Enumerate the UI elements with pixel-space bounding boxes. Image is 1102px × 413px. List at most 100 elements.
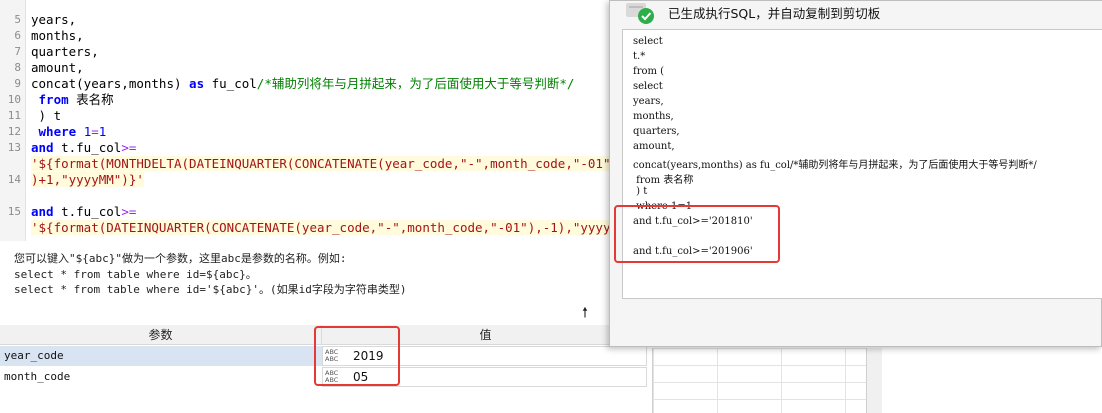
- table-row[interactable]: year_code ABC ABC 2019: [0, 346, 650, 366]
- background-scrollbar[interactable]: [866, 348, 882, 413]
- code-text: ) t: [31, 108, 62, 124]
- sql-line: from (: [633, 66, 665, 77]
- line-number: 15: [7, 205, 21, 218]
- code-line: '${format(DATEINQUARTER(CONCATENATE(year…: [0, 220, 649, 236]
- code-token: years,: [31, 12, 77, 27]
- param-value-field[interactable]: ABC ABC 2019: [322, 346, 647, 366]
- code-token: >=: [121, 204, 137, 219]
- code-token: amount,: [31, 60, 84, 75]
- code-token: where: [38, 124, 77, 139]
- param-value[interactable]: 2019: [353, 349, 384, 363]
- code-text: '${format(DATEINQUARTER(CONCATENATE(year…: [31, 220, 649, 236]
- code-line: 13 and t.fu_col>=: [0, 140, 612, 156]
- code-line: 9 concat(years,months) as fu_col/*辅助列将年与月…: [0, 76, 612, 92]
- column-header-value: 值: [322, 325, 650, 345]
- success-check-icon: [626, 3, 654, 24]
- generated-sql-dialog: 已生成执行SQL，并自动复制到剪切板 select t.* from (select…: [609, 0, 1102, 347]
- code-text: and t.fu_col>=: [31, 204, 136, 220]
- line-number: 10: [7, 93, 21, 106]
- code-token: 1: [98, 124, 107, 139]
- dialog-header: 已生成执行SQL，并自动复制到剪切板: [610, 1, 1102, 29]
- sql-line: select: [633, 36, 663, 47]
- code-line: 11 ) t: [0, 108, 612, 124]
- column-header-parameter: 参数: [0, 325, 322, 345]
- parameter-table: 参数 值 year_code ABC ABC 2019 month_code AB…: [0, 325, 650, 413]
- code-text: months,: [31, 28, 84, 44]
- code-line: 5 years,: [0, 12, 612, 28]
- sql-line: quarters,: [633, 126, 680, 137]
- code-line: 6 months,: [0, 28, 612, 44]
- code-line: 15 and t.fu_col>=: [0, 204, 612, 220]
- code-token: ) t: [31, 108, 62, 123]
- code-token: /*辅助列将年与月拼起来，为了后面使用大于等号判断*/: [256, 76, 575, 91]
- code-token: =: [91, 124, 99, 139]
- help-text-line-2: select * from table where id=${abc}。: [14, 268, 257, 281]
- code-token: fu_col: [204, 76, 257, 91]
- string-type-icon: ABC ABC: [325, 348, 339, 363]
- code-line: 7 quarters,: [0, 44, 612, 60]
- code-token: 表名称: [68, 92, 114, 107]
- background-sheet-grid: [652, 348, 867, 413]
- line-number: 13: [7, 141, 21, 154]
- code-text: amount,: [31, 60, 84, 76]
- code-text: concat(years,months) as fu_col/*辅助列将年与月拼…: [31, 76, 574, 92]
- table-row[interactable]: month_code ABC ABC 05: [0, 367, 650, 387]
- sql-line: amount,: [633, 141, 675, 152]
- code-token: and: [31, 204, 54, 219]
- code-text: years,: [31, 12, 76, 28]
- line-number: 7: [14, 45, 21, 58]
- line-number: 11: [7, 109, 21, 122]
- code-text: and t.fu_col>=: [31, 140, 136, 156]
- code-token: >=: [121, 140, 137, 155]
- code-text: )+1,"yyyyMM")}': [31, 172, 144, 188]
- code-token: '${format(MONTHDELTA(DATEINQUARTER(CONCA…: [31, 156, 656, 171]
- sql-editor[interactable]: 5 years, 6 months, 7 quarters, 8 amount, 9 concat…: [0, 0, 656, 241]
- code-text: quarters,: [31, 44, 99, 60]
- code-token: '${format(DATEINQUARTER(CONCATENATE(year…: [31, 220, 649, 235]
- param-value-field[interactable]: ABC ABC 05: [322, 367, 647, 387]
- param-value[interactable]: 05: [353, 370, 368, 384]
- code-token: as: [189, 76, 205, 91]
- help-text-line-3: select * from table where id='${abc}'。(如…: [14, 283, 407, 296]
- sql-line: and t.fu_col>='201810': [633, 216, 753, 227]
- code-line: 10 from 表名称: [0, 92, 612, 108]
- param-name: year_code: [0, 346, 322, 366]
- code-line: 12 where 1=1: [0, 124, 612, 140]
- code-token: and: [31, 140, 54, 155]
- move-up-arrow-icon[interactable]: 🠕: [582, 302, 588, 326]
- code-text: '${format(MONTHDELTA(DATEINQUARTER(CONCA…: [31, 156, 656, 172]
- sql-line: where 1=1: [633, 201, 693, 212]
- sql-line: ) t: [633, 186, 648, 197]
- sql-line: from 表名称: [633, 175, 694, 186]
- dialog-title: 已生成执行SQL，并自动复制到剪切板: [668, 6, 881, 21]
- code-token: quarters,: [31, 44, 99, 59]
- code-token: t.fu_col: [53, 140, 122, 155]
- code-token: )+1,"yyyyMM")}': [31, 172, 144, 187]
- code-line: '${format(MONTHDELTA(DATEINQUARTER(CONCA…: [0, 156, 656, 172]
- param-name: month_code: [4, 370, 71, 383]
- line-number: 12: [7, 125, 21, 138]
- code-token: months,: [31, 28, 84, 43]
- code-text: where 1=1: [31, 124, 107, 140]
- sql-line: years,: [633, 96, 664, 107]
- generated-sql-text[interactable]: select t.* from (select years, months, quarte…: [622, 29, 1102, 299]
- sql-line: months,: [633, 111, 674, 122]
- parameter-help: 您可以键入"${abc}"做为一个参数，这里abc是参数的名称。例如: sele…: [0, 241, 612, 323]
- code-line: 8 amount,: [0, 60, 612, 76]
- code-token: from: [38, 92, 69, 107]
- sql-line: t.*: [633, 51, 646, 62]
- line-number: 14: [7, 173, 21, 186]
- sql-line: and t.fu_col>='201906': [633, 246, 753, 257]
- code-line: 14 )+1,"yyyyMM")}': [0, 172, 612, 188]
- help-text-line-1: 您可以键入"${abc}"做为一个参数，这里abc是参数的名称。例如:: [14, 252, 347, 265]
- sql-line: concat(years,months) as fu_col/*辅助列将年与月拼…: [633, 160, 1037, 171]
- line-number: 5: [14, 13, 21, 26]
- line-number: 6: [14, 29, 21, 42]
- line-number: 9: [14, 77, 21, 90]
- line-number: 8: [14, 61, 21, 74]
- code-token: concat(years,months): [31, 76, 190, 91]
